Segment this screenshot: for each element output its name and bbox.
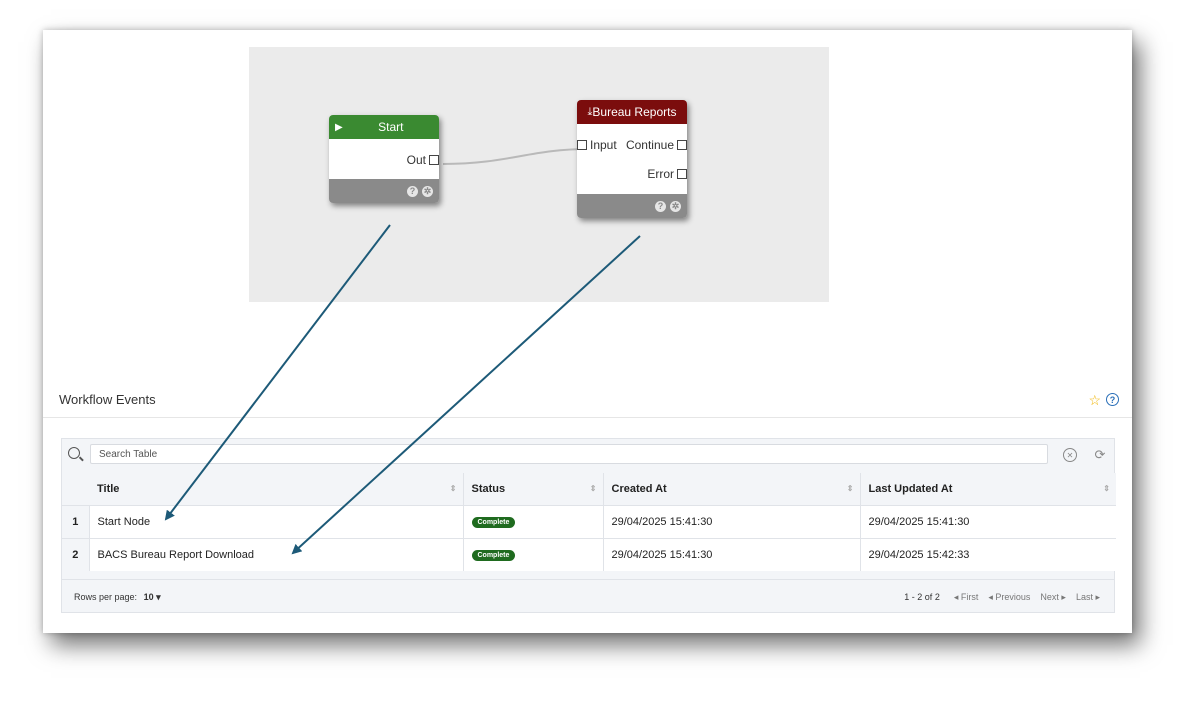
start-node-header: ▶ Start: [329, 115, 439, 139]
play-icon: ▶: [335, 121, 343, 133]
row-number: 1: [62, 504, 90, 538]
help-circle-icon[interactable]: ?: [1106, 393, 1119, 406]
cell-title: BACS Bureau Report Download: [89, 537, 464, 571]
row-number-header: [62, 473, 89, 505]
cell-status: Complete: [463, 537, 604, 571]
pagination: 1 - 2 of 2 ◂ First ◂ Previous Next ▸ Las…: [904, 592, 1100, 603]
previous-page-button[interactable]: ◂ Previous: [988, 592, 1030, 603]
out-port-row: Out: [407, 153, 439, 167]
sort-icon: ⇕: [449, 484, 457, 493]
caret-down-icon: ▾: [156, 592, 161, 602]
input-port-label: Input: [590, 138, 617, 152]
sort-icon: ⇕: [846, 484, 854, 493]
continue-port-row: Continue: [626, 138, 687, 152]
input-port-row: Input: [577, 138, 617, 152]
gear-icon[interactable]: ✲: [670, 200, 681, 212]
clear-filter-icon[interactable]: ✕: [1063, 448, 1077, 462]
rows-per-page-select[interactable]: 10 ▾: [144, 592, 161, 602]
events-table: Title ⇕ Status ⇕ Created At ⇕ Last Updated …: [62, 473, 1116, 571]
status-badge: Complete: [471, 517, 516, 528]
cell-status: Complete: [463, 504, 604, 538]
next-page-button[interactable]: Next ▸: [1040, 592, 1066, 603]
section-title: Workflow Events: [59, 392, 156, 407]
cell-created: 29/04/2025 15:41:30: [603, 537, 861, 571]
favourite-star-icon[interactable]: ☆: [1088, 392, 1101, 409]
start-node-footer: ? ✲: [329, 179, 439, 203]
search-row: ✕ ⟳: [62, 439, 1114, 473]
help-icon[interactable]: ?: [407, 185, 418, 197]
error-port-label: Error: [647, 167, 674, 181]
status-badge: Complete: [471, 550, 516, 562]
column-header-status[interactable]: Status ⇕: [463, 473, 604, 505]
bureau-node-body: Input Continue Error: [577, 124, 687, 194]
input-port[interactable]: [577, 140, 587, 150]
workflow-canvas[interactable]: ▶ Start Out ? ✲ ⤓ Bureau Reports Input C…: [249, 47, 829, 302]
start-node[interactable]: ▶ Start Out ? ✲: [329, 115, 439, 203]
bureau-reports-node[interactable]: ⤓ Bureau Reports Input Continue Error ?: [577, 100, 687, 218]
continue-port[interactable]: [677, 140, 687, 150]
continue-port-label: Continue: [625, 138, 674, 152]
table-header-row: Title ⇕ Status ⇕ Created At ⇕ Last Updated …: [62, 473, 1116, 505]
search-icon: [68, 447, 80, 459]
row-number: 2: [62, 537, 90, 571]
cell-title: Start Node: [89, 504, 464, 538]
bureau-node-footer: ? ✲: [577, 194, 687, 218]
rows-per-page-label: Rows per page:: [74, 592, 138, 602]
first-page-button[interactable]: ◂ First: [954, 592, 979, 603]
table-footer: Rows per page: 10 ▾ 1 - 2 of 2 ◂ First ◂…: [62, 579, 1114, 613]
column-header-updated[interactable]: Last Updated At ⇕: [860, 473, 1116, 505]
column-header-created[interactable]: Created At ⇕: [603, 473, 861, 505]
start-node-body: Out: [329, 139, 439, 179]
cell-updated: 29/04/2025 15:41:30: [860, 504, 1116, 538]
refresh-icon[interactable]: ⟳: [1093, 447, 1107, 462]
cell-updated: 29/04/2025 15:42:33: [860, 537, 1116, 571]
search-input[interactable]: [90, 444, 1048, 464]
help-icon[interactable]: ?: [655, 200, 666, 212]
start-node-title: Start: [378, 120, 404, 134]
table-row[interactable]: 1 Start Node Complete 29/04/2025 15:41:3…: [62, 504, 1116, 538]
bureau-node-title: Bureau Reports: [592, 105, 677, 119]
events-table-panel: ✕ ⟳ Title⇕ Status⇕ Created At⇕ Last Upda…: [61, 438, 1116, 613]
out-port[interactable]: [429, 155, 439, 165]
last-page-button[interactable]: Last ▸: [1076, 592, 1100, 603]
table-row[interactable]: 2 BACS Bureau Report Download Complete 2…: [62, 537, 1116, 571]
header-icons: ☆ ?: [1088, 392, 1119, 409]
sort-icon: ⇕: [1103, 484, 1110, 493]
gear-icon[interactable]: ✲: [422, 185, 433, 197]
cell-created: 29/04/2025 15:41:30: [603, 504, 861, 538]
page-range: 1 - 2 of 2: [904, 592, 940, 602]
column-header-title[interactable]: Title ⇕: [89, 473, 464, 505]
page-panel: ▶ Start Out ? ✲ ⤓ Bureau Reports Input C…: [43, 30, 1132, 633]
divider: [43, 417, 1132, 418]
error-port[interactable]: [677, 169, 687, 179]
bureau-node-header: ⤓ Bureau Reports: [577, 100, 687, 124]
sort-icon: ⇕: [589, 484, 597, 493]
out-port-label: Out: [406, 153, 426, 167]
error-port-row: Error: [647, 167, 687, 181]
rows-per-page: Rows per page: 10 ▾: [74, 592, 161, 603]
